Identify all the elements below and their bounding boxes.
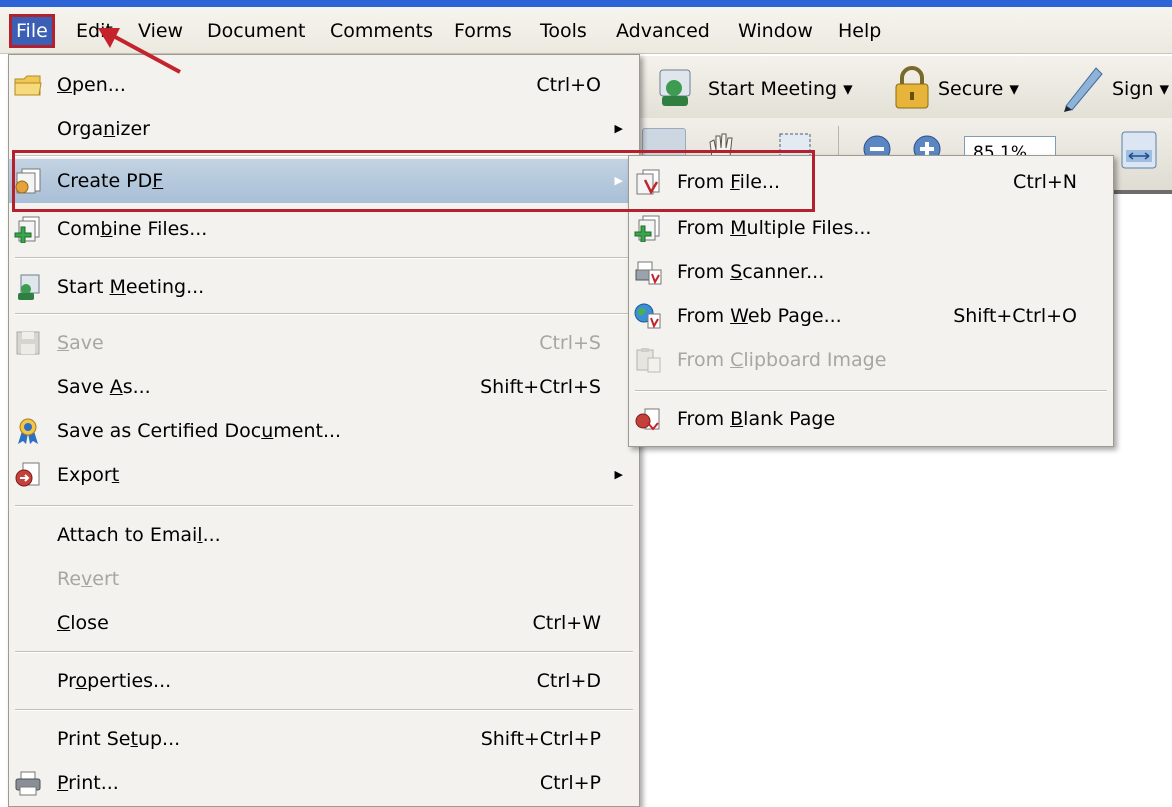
menu-separator bbox=[15, 313, 633, 315]
clipboard-icon bbox=[636, 348, 661, 373]
menu-separator bbox=[15, 709, 633, 711]
menu-item-combine-files[interactable]: Combine Files... bbox=[9, 207, 639, 251]
menu-item-label: Save bbox=[57, 332, 104, 354]
folder-icon bbox=[14, 75, 42, 96]
meeting-icon bbox=[18, 274, 40, 300]
annotation-arrow bbox=[98, 28, 181, 74]
menu-item-close[interactable]: Close Ctrl+W bbox=[9, 601, 639, 645]
secure-button[interactable]: Secure ▾ bbox=[938, 76, 1019, 102]
start-meeting-button[interactable]: Start Meeting ▾ bbox=[708, 76, 853, 102]
menu-item-properties[interactable]: Properties... Ctrl+D bbox=[9, 659, 639, 703]
menu-advanced[interactable]: Advanced bbox=[612, 17, 714, 45]
menu-item-start-meeting[interactable]: Start Meeting... bbox=[9, 265, 639, 309]
menu-item-save-certified[interactable]: Save as Certified Document... bbox=[9, 409, 639, 453]
menu-item-label: From Web Page... bbox=[677, 305, 842, 327]
menu-item-label: Close bbox=[57, 612, 109, 634]
annotation-highlight-box bbox=[12, 150, 815, 212]
combine-files-icon bbox=[634, 215, 660, 242]
menu-document[interactable]: Document bbox=[203, 17, 309, 45]
menu-item-label: Print... bbox=[57, 772, 119, 794]
menu-comments[interactable]: Comments bbox=[326, 17, 437, 45]
menu-item-label: Start Meeting... bbox=[57, 276, 205, 298]
blank-page-icon bbox=[635, 408, 660, 431]
shortcut-label: Ctrl+W bbox=[532, 612, 601, 634]
menu-tools[interactable]: Tools bbox=[536, 17, 591, 45]
menu-item-label: Print Setup... bbox=[57, 728, 181, 750]
menu-separator bbox=[635, 390, 1107, 392]
submenu-item-from-scanner[interactable]: From Scanner... bbox=[629, 250, 1113, 294]
menu-item-label: Organizer bbox=[57, 118, 150, 140]
fit-width-icon[interactable] bbox=[1120, 130, 1160, 172]
menu-item-revert: Revert bbox=[9, 557, 639, 601]
menu-item-print[interactable]: Print... Ctrl+P bbox=[9, 761, 639, 805]
menu-forms[interactable]: Forms bbox=[450, 17, 516, 45]
window-top-border bbox=[0, 0, 1172, 7]
menu-item-label: From Clipboard Image bbox=[677, 349, 887, 371]
shortcut-label: Ctrl+N bbox=[1013, 171, 1077, 193]
submenu-arrow-icon: ▶ bbox=[614, 122, 623, 135]
shortcut-label: Ctrl+S bbox=[539, 332, 601, 354]
menu-separator bbox=[15, 505, 633, 507]
shortcut-label: Ctrl+P bbox=[539, 772, 601, 794]
save-disk-icon bbox=[16, 331, 40, 355]
task-toolbar: Start Meeting ▾ Secure ▾ Sign ▾ bbox=[640, 56, 1172, 119]
combine-files-icon bbox=[14, 216, 40, 243]
menu-separator bbox=[15, 257, 633, 259]
submenu-item-from-web-page[interactable]: From Web Page... Shift+Ctrl+O bbox=[629, 294, 1113, 338]
menu-item-label: Attach to Email... bbox=[57, 524, 221, 546]
pen-icon bbox=[1064, 67, 1103, 112]
submenu-arrow-icon: ▶ bbox=[614, 468, 623, 481]
shortcut-label: Shift+Ctrl+S bbox=[480, 376, 601, 398]
submenu-item-from-blank-page[interactable]: From Blank Page bbox=[629, 397, 1113, 441]
menu-separator bbox=[15, 651, 633, 653]
shortcut-label: Shift+Ctrl+P bbox=[480, 728, 601, 750]
menu-item-label: Revert bbox=[57, 568, 120, 590]
menu-item-label: Save as Certified Document... bbox=[57, 420, 342, 442]
menu-help[interactable]: Help bbox=[834, 17, 885, 45]
menu-item-label: Save As... bbox=[57, 376, 151, 398]
globe-icon bbox=[634, 303, 661, 329]
sign-button[interactable]: Sign ▾ bbox=[1112, 76, 1169, 102]
menu-item-label: From Multiple Files... bbox=[677, 217, 872, 239]
menu-item-save-as[interactable]: Save As... Shift+Ctrl+S bbox=[9, 365, 639, 409]
submenu-item-from-multiple-files[interactable]: From Multiple Files... bbox=[629, 206, 1113, 250]
scanner-icon bbox=[635, 261, 662, 285]
menu-window[interactable]: Window bbox=[734, 17, 817, 45]
menu-item-label: Export bbox=[57, 464, 120, 486]
menu-item-save: Save Ctrl+S bbox=[9, 321, 639, 365]
submenu-item-from-clipboard-image: From Clipboard Image bbox=[629, 338, 1113, 382]
shortcut-label: Ctrl+D bbox=[536, 670, 601, 692]
meeting-icon bbox=[659, 69, 691, 106]
shortcut-label: Shift+Ctrl+O bbox=[953, 305, 1077, 327]
menu-item-export[interactable]: Export ▶ bbox=[9, 453, 639, 497]
menu-item-attach-to-email[interactable]: Attach to Email... bbox=[9, 513, 639, 557]
menu-item-organizer[interactable]: Organizer ▶ bbox=[9, 107, 639, 151]
menu-item-label: Combine Files... bbox=[57, 218, 208, 240]
printer-icon bbox=[15, 771, 41, 796]
export-icon bbox=[15, 462, 40, 487]
lock-icon bbox=[895, 66, 929, 109]
menu-item-label: Properties... bbox=[57, 670, 172, 692]
menu-item-print-setup[interactable]: Print Setup... Shift+Ctrl+P bbox=[9, 717, 639, 761]
menu-file[interactable]: File bbox=[9, 14, 55, 48]
menu-item-label: From Scanner... bbox=[677, 261, 825, 283]
certified-ribbon-icon bbox=[18, 418, 38, 444]
menu-item-label: From Blank Page bbox=[677, 408, 836, 430]
shortcut-label: Ctrl+O bbox=[536, 74, 601, 96]
